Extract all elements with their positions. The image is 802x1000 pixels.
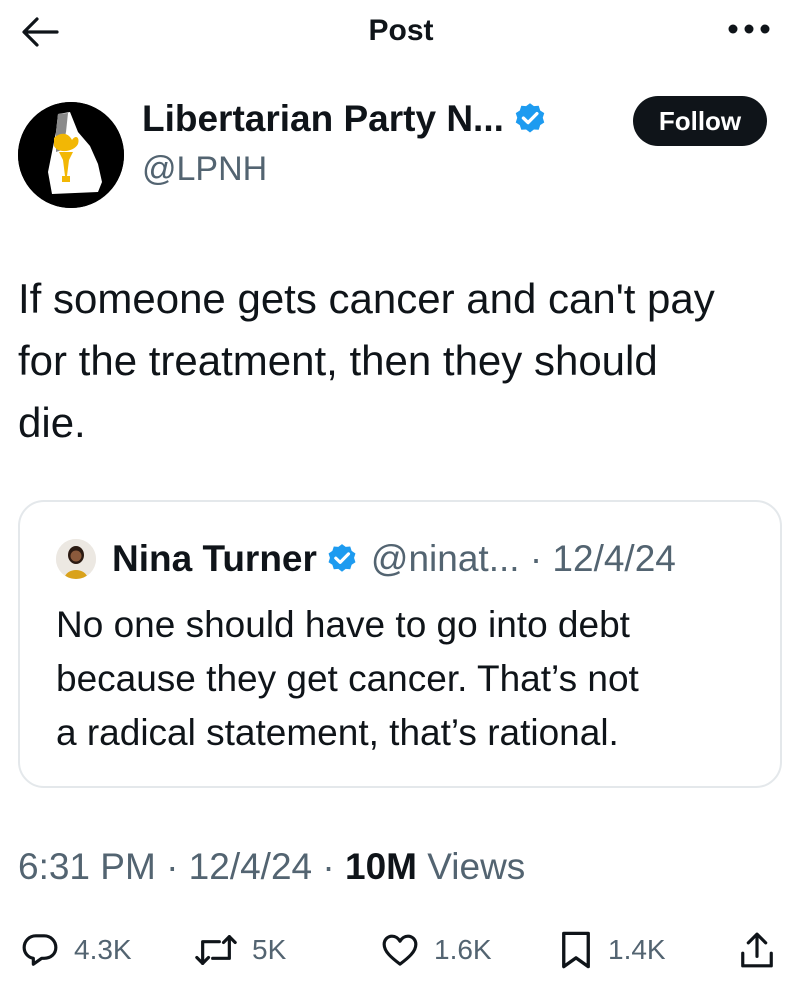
views-label: Views <box>417 846 526 887</box>
view-count: 10M <box>345 846 417 887</box>
quoted-text-line: No one should have to go into debt <box>56 604 630 645</box>
quoted-tweet-header: Nina Turner @ninat... · 12/4/24 <box>56 538 676 580</box>
quoted-author-avatar <box>56 539 96 579</box>
heart-icon <box>382 934 418 966</box>
like-count: 1.6K <box>434 934 492 965</box>
tweet-text: If someone gets cancer and can't pay for… <box>18 268 788 454</box>
quoted-text-line: a radical statement, that’s rational. <box>56 712 619 753</box>
verified-badge-icon <box>328 544 356 572</box>
top-bar: Post <box>0 0 802 64</box>
like-button[interactable]: 1.6K <box>380 924 492 976</box>
bookmark-count: 1.4K <box>608 934 666 965</box>
reply-count: 4.3K <box>74 934 132 965</box>
post-metadata: 6:31 PM · 12/4/24 · 10M Views <box>18 846 525 888</box>
quoted-tweet[interactable]: Nina Turner @ninat... · 12/4/24 No one s… <box>18 500 782 788</box>
more-icon <box>728 24 770 34</box>
tweet-text-line: If someone gets cancer and can't pay <box>18 275 715 322</box>
quoted-tweet-text: No one should have to go into debt becau… <box>56 598 756 760</box>
reply-icon <box>22 934 58 966</box>
repost-icon <box>195 935 237 965</box>
bookmark-button[interactable]: 1.4K <box>558 924 666 976</box>
tweet-text-line: die. <box>18 399 86 446</box>
bookmark-icon <box>562 931 590 969</box>
more-options-button[interactable] <box>726 14 772 44</box>
page-title: Post <box>368 14 434 47</box>
share-button[interactable] <box>738 924 776 976</box>
follow-button[interactable]: Follow <box>633 96 767 146</box>
tweet-text-line: for the treatment, then they should <box>18 337 658 384</box>
action-bar: 4.3K 5K 1.6K 1.4K <box>0 924 802 976</box>
author-avatar[interactable] <box>18 102 124 208</box>
person-photo-icon <box>56 539 96 579</box>
reply-button[interactable]: 4.3K <box>20 924 132 976</box>
author-handle[interactable]: @LPNH <box>142 148 622 190</box>
author-name[interactable]: Libertarian Party N... <box>142 96 504 142</box>
repost-button[interactable]: 5K <box>194 924 286 976</box>
post-time[interactable]: 6:31 PM · 12/4/24 · <box>18 846 345 887</box>
repost-count: 5K <box>252 934 287 965</box>
quoted-author-name: Nina Turner <box>112 538 317 579</box>
quoted-text-line: because they get cancer. That’s not <box>56 658 639 699</box>
nh-torch-logo <box>18 102 124 208</box>
verified-badge-icon <box>515 103 545 133</box>
author-info: Libertarian Party N... @LPNH <box>142 96 622 190</box>
share-icon <box>741 932 773 968</box>
quoted-handle-date: @ninat... · 12/4/24 <box>370 538 676 579</box>
